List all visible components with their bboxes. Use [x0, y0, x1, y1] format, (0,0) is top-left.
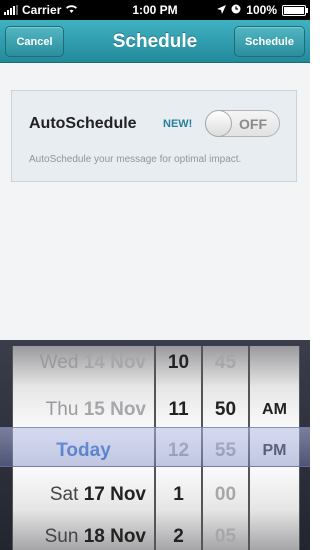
autoschedule-toggle[interactable]: OFF [205, 110, 280, 137]
status-bar: Carrier 1:00 PM 100% [0, 0, 310, 20]
picker-date-option[interactable]: Sat 17 Nov [13, 480, 154, 510]
autoschedule-card: AutoSchedule NEW! OFF AutoSchedule your … [11, 90, 297, 182]
date-wheel[interactable]: Wed 14 Nov Thu 15 Nov Today Sat 17 Nov S… [12, 346, 155, 550]
picker-am-option[interactable]: AM [250, 395, 299, 425]
picker-minute-option[interactable]: 45 [203, 348, 248, 378]
alarm-icon [231, 3, 241, 17]
battery-percent: 100% [246, 3, 277, 17]
picker-hour-option[interactable]: 10 [156, 348, 201, 378]
content-area: AutoSchedule NEW! OFF AutoSchedule your … [0, 63, 310, 340]
toggle-state-label: OFF [239, 116, 267, 132]
picker-date-option[interactable]: Sun 18 Nov [13, 522, 154, 550]
picker-hour-option[interactable]: 1 [156, 480, 201, 510]
location-icon [217, 3, 227, 17]
nav-bar: Cancel Schedule Schedule [0, 20, 310, 63]
picker-date-option[interactable]: Wed 14 Nov [13, 348, 154, 378]
ampm-wheel[interactable]: AM PM [249, 346, 300, 550]
battery-icon [282, 4, 308, 16]
picker-minute-option[interactable]: 05 [203, 522, 248, 550]
date-time-picker: Wed 14 Nov Thu 15 Nov Today Sat 17 Nov S… [0, 340, 310, 550]
picker-hour-option[interactable]: 11 [156, 395, 201, 425]
picker-pm-selected[interactable]: PM [250, 436, 299, 466]
new-badge: NEW! [163, 118, 193, 130]
schedule-button[interactable]: Schedule [234, 26, 305, 57]
toggle-knob[interactable] [205, 110, 232, 137]
autoschedule-description: AutoSchedule your message for optimal im… [29, 154, 242, 165]
minute-wheel[interactable]: 45 50 55 00 05 [202, 346, 249, 550]
picker-minute-selected[interactable]: 55 [203, 436, 248, 466]
picker-hour-selected[interactable]: 12 [156, 436, 201, 466]
hour-wheel[interactable]: 10 11 12 1 2 [155, 346, 202, 550]
picker-date-today[interactable]: Today [13, 436, 154, 466]
picker-minute-option[interactable]: 50 [203, 395, 248, 425]
picker-minute-option[interactable]: 00 [203, 480, 248, 510]
picker-date-option[interactable]: Thu 15 Nov [13, 395, 154, 425]
autoschedule-title: AutoSchedule [29, 115, 137, 132]
picker-hour-option[interactable]: 2 [156, 522, 201, 550]
